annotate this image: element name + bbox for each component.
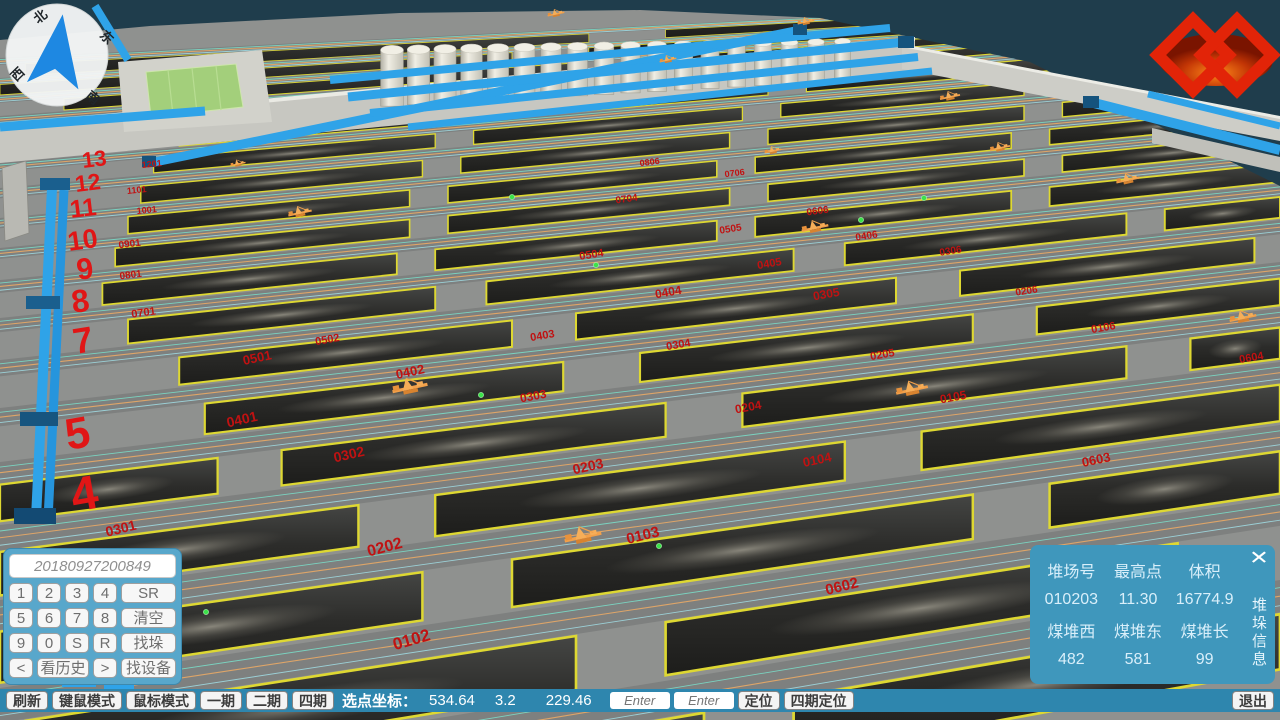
volume-value: 16774.9: [1171, 591, 1238, 609]
find-device-button[interactable]: 找设备: [121, 658, 176, 678]
row-number-label: 12: [73, 168, 102, 197]
coordinate-z-value: 229.46: [546, 692, 592, 709]
status-dot-icon: [656, 543, 661, 548]
keymouse-mode-button[interactable]: 键鼠模式: [52, 691, 122, 710]
pile-id-label[interactable]: 1201: [141, 158, 162, 170]
key-1[interactable]: 1: [9, 583, 33, 603]
pile-east-value: 581: [1105, 651, 1172, 669]
key-r[interactable]: R: [93, 633, 117, 653]
bottom-toolbar: 刷新 键鼠模式 鼠标模式 一期 二期 四期 选点坐标： 534.64 3.2 2…: [0, 689, 1280, 712]
status-dot-icon: [858, 217, 863, 222]
key-3[interactable]: 3: [65, 583, 89, 603]
coordinate-input-1[interactable]: [610, 692, 670, 709]
clear-button[interactable]: 清空: [121, 608, 176, 628]
pile-info-side-label: 堆垛信息: [1248, 597, 1269, 669]
pile-id-label[interactable]: 1101: [126, 184, 146, 196]
row-number-label: 10: [66, 223, 100, 257]
status-dot-icon: [509, 194, 514, 199]
status-dot-icon: [921, 195, 926, 200]
refresh-button[interactable]: 刷新: [6, 691, 48, 710]
key-5[interactable]: 5: [9, 608, 33, 628]
key-7[interactable]: 7: [65, 608, 89, 628]
search-keypad-panel: 1 2 3 4 SR 5 6 7 8 清空 9 0 S R 找垛 < 看历史 >…: [3, 548, 182, 685]
status-dot-icon: [203, 609, 208, 614]
key-9[interactable]: 9: [9, 633, 33, 653]
key-sr[interactable]: SR: [121, 583, 176, 603]
coordinate-x-value: 534.64: [429, 692, 475, 709]
phase4-button[interactable]: 四期: [292, 691, 334, 710]
coal-yard-3d-app: 1312111098754120111011001090108010701080…: [0, 0, 1280, 720]
volume-header: 体积: [1171, 558, 1238, 582]
row-number-label: 11: [68, 193, 98, 224]
phase4-locate-button[interactable]: 四期定位: [784, 691, 854, 710]
status-dot-icon: [478, 392, 483, 397]
coordinate-y-value: 3.2: [495, 692, 516, 709]
history-next-button[interactable]: >: [93, 658, 117, 678]
history-prev-button[interactable]: <: [9, 658, 33, 678]
key-8[interactable]: 8: [93, 608, 117, 628]
pile-id-label[interactable]: 1001: [136, 204, 157, 216]
key-2[interactable]: 2: [37, 583, 61, 603]
exit-button[interactable]: 退出: [1232, 691, 1274, 710]
yard-no-header: 堆场号: [1038, 558, 1105, 582]
coordinate-input-2[interactable]: [674, 692, 734, 709]
pile-west-value: 482: [1038, 651, 1105, 669]
locate-button[interactable]: 定位: [738, 691, 780, 710]
pile-west-header: 煤堆西: [1038, 618, 1105, 642]
highest-point-header: 最高点: [1105, 558, 1172, 582]
highest-point-value: 11.30: [1105, 591, 1172, 609]
phase2-button[interactable]: 二期: [246, 691, 288, 710]
close-icon[interactable]: ✕: [1249, 547, 1269, 570]
pile-info-panel: ✕ 堆垛信息 堆场号 最高点 体积 010203 11.30 16774.9 煤…: [1030, 545, 1275, 684]
yard-no-value: 010203: [1038, 591, 1105, 609]
key-s[interactable]: S: [65, 633, 89, 653]
view-history-button[interactable]: 看历史: [37, 658, 89, 678]
timestamp-field[interactable]: [9, 554, 176, 578]
find-pile-button[interactable]: 找垛: [121, 633, 176, 653]
pile-length-value: 99: [1171, 651, 1238, 669]
mouse-mode-button[interactable]: 鼠标模式: [126, 691, 196, 710]
pick-coordinate-label: 选点坐标：: [342, 690, 417, 711]
pile-east-header: 煤堆东: [1105, 618, 1172, 642]
pile-length-header: 煤堆长: [1171, 618, 1238, 642]
key-6[interactable]: 6: [37, 608, 61, 628]
key-0[interactable]: 0: [37, 633, 61, 653]
key-4[interactable]: 4: [93, 583, 117, 603]
status-dot-icon: [593, 262, 598, 267]
phase1-button[interactable]: 一期: [200, 691, 242, 710]
